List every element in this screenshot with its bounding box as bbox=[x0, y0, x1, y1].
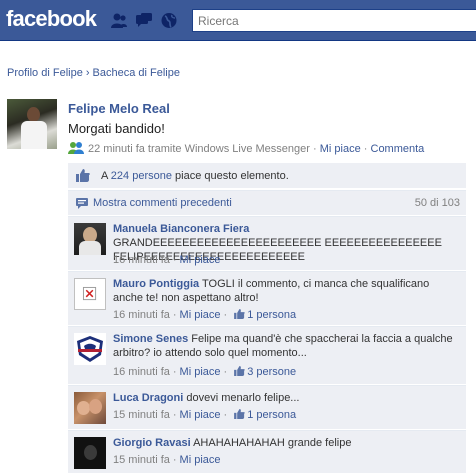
friend-requests-icon[interactable] bbox=[110, 12, 128, 29]
post-like-link[interactable]: Mi piace bbox=[320, 143, 361, 155]
top-bar: facebook Ricerca bbox=[0, 0, 476, 41]
likes-prefix: A bbox=[101, 170, 111, 182]
comment-time: 16 minuti fa bbox=[113, 366, 170, 378]
comment-time: 16 minuti fa bbox=[113, 309, 170, 321]
breadcrumb: Profilo di Felipe › Bacheca di Felipe bbox=[7, 67, 180, 79]
comment-likes-count[interactable]: 3 persone bbox=[247, 366, 296, 378]
comment-meta: 16 minuti fa · Mi piace bbox=[113, 254, 221, 266]
likes-suffix: piace questo elemento. bbox=[171, 170, 289, 182]
comment-text: AHAHAHAHAHAH grande felipe bbox=[193, 437, 352, 449]
comment-likes-count[interactable]: 1 persona bbox=[247, 409, 296, 421]
comment-avatar[interactable] bbox=[74, 333, 106, 365]
comment-like-link[interactable]: Mi piace bbox=[180, 309, 221, 321]
comment-time: 16 minuti fa bbox=[113, 254, 170, 266]
breadcrumb-separator: › bbox=[85, 67, 90, 79]
thumbs-up-icon bbox=[234, 309, 245, 319]
comment-item: Simone Senes Felipe ma quand'è che spacc… bbox=[68, 326, 466, 384]
comment-body: Mauro Pontiggia TOGLI il commento, ci ma… bbox=[113, 277, 458, 305]
comment-bubble-icon bbox=[76, 198, 88, 209]
post-message: Morgati bandido! bbox=[68, 121, 165, 136]
comment-avatar[interactable] bbox=[74, 278, 106, 310]
meta-dot: · bbox=[223, 409, 228, 421]
comment-like-link[interactable]: Mi piace bbox=[180, 409, 221, 421]
comment-avatar[interactable] bbox=[74, 437, 106, 469]
meta-dot: · bbox=[363, 143, 368, 155]
likes-row: A 224 persone piace questo elemento. bbox=[68, 163, 466, 188]
post-meta: 22 minuti fa tramite Windows Live Messen… bbox=[68, 141, 424, 155]
facebook-logo[interactable]: facebook bbox=[6, 6, 97, 32]
likes-people-link[interactable]: 224 persone bbox=[111, 170, 172, 182]
comment-item: Mauro Pontiggia TOGLI il commento, ci ma… bbox=[68, 271, 466, 325]
comment-meta: 16 minuti fa · Mi piace · 3 persone bbox=[113, 366, 296, 378]
comment-avatar[interactable] bbox=[74, 223, 106, 255]
breadcrumb-profile-link[interactable]: Profilo di Felipe bbox=[7, 67, 83, 79]
meta-dot: · bbox=[172, 454, 177, 466]
comment-text: dovevi menarlo felipe... bbox=[186, 392, 300, 404]
comment-item: Giorgio Ravasi AHAHAHAHAHAH grande felip… bbox=[68, 430, 466, 473]
search-placeholder: Ricerca bbox=[198, 14, 239, 28]
comment-author[interactable]: Mauro Pontiggia bbox=[113, 278, 199, 290]
comment-body: Giorgio Ravasi AHAHAHAHAHAH grande felip… bbox=[113, 436, 458, 450]
messages-icon[interactable] bbox=[135, 12, 153, 29]
comment-body: Simone Senes Felipe ma quand'è che spacc… bbox=[113, 332, 458, 360]
search-input[interactable]: Ricerca bbox=[192, 9, 476, 32]
comment-like-link[interactable]: Mi piace bbox=[180, 454, 221, 466]
comment-meta: 15 minuti fa · Mi piace · 1 persona bbox=[113, 409, 296, 421]
comment-like-link[interactable]: Mi piace bbox=[180, 254, 221, 266]
meta-dot: · bbox=[172, 409, 177, 421]
thumbs-up-icon bbox=[76, 169, 90, 182]
meta-dot: · bbox=[172, 309, 177, 321]
comment-body: Luca Dragoni dovevi menarlo felipe... bbox=[113, 391, 458, 405]
meta-dot: · bbox=[223, 366, 228, 378]
post-author-name[interactable]: Felipe Melo Real bbox=[68, 101, 170, 116]
comment-author[interactable]: Simone Senes bbox=[113, 333, 188, 345]
thumbs-up-icon bbox=[234, 409, 245, 419]
meta-dot: · bbox=[172, 254, 177, 266]
comment-item: Manuela Bianconera Fiera GRANDEEEEEEEEEE… bbox=[68, 216, 466, 270]
thumbs-up-icon bbox=[234, 366, 245, 376]
post-author-avatar[interactable] bbox=[7, 99, 57, 149]
comment-time: 15 minuti fa bbox=[113, 409, 170, 421]
previous-comments-row[interactable]: Mostra commenti precedenti 50 di 103 bbox=[68, 190, 466, 215]
comment-author[interactable]: Luca Dragoni bbox=[113, 392, 183, 404]
post-time: 22 minuti fa tramite Windows Live Messen… bbox=[88, 143, 310, 155]
comment-time: 15 minuti fa bbox=[113, 454, 170, 466]
meta-dot: · bbox=[223, 309, 228, 321]
comment-likes-count[interactable]: 1 persona bbox=[247, 309, 296, 321]
meta-dot: · bbox=[313, 143, 317, 155]
broken-image-icon bbox=[82, 286, 97, 301]
comment-author[interactable]: Giorgio Ravasi bbox=[113, 437, 191, 449]
likes-summary: A 224 persone piace questo elemento. bbox=[101, 170, 289, 182]
comment-meta: 16 minuti fa · Mi piace · 1 persona bbox=[113, 309, 296, 321]
breadcrumb-wall-link[interactable]: Bacheca di Felipe bbox=[93, 67, 180, 79]
comment-like-link[interactable]: Mi piace bbox=[180, 366, 221, 378]
comments-count: 50 di 103 bbox=[414, 197, 460, 209]
crest-logo-icon bbox=[77, 336, 103, 362]
comment-meta: 15 minuti fa · Mi piace bbox=[113, 454, 221, 466]
comment-author[interactable]: Manuela Bianconera Fiera bbox=[113, 223, 249, 235]
comment-avatar[interactable] bbox=[74, 392, 106, 424]
meta-dot: · bbox=[172, 366, 177, 378]
comment-item: Luca Dragoni dovevi menarlo felipe... 15… bbox=[68, 385, 466, 429]
show-previous-comments-link[interactable]: Mostra commenti precedenti bbox=[93, 197, 232, 209]
windows-live-messenger-icon bbox=[68, 142, 84, 154]
notifications-globe-icon[interactable] bbox=[160, 12, 178, 29]
post-comment-link[interactable]: Commenta bbox=[371, 143, 425, 155]
